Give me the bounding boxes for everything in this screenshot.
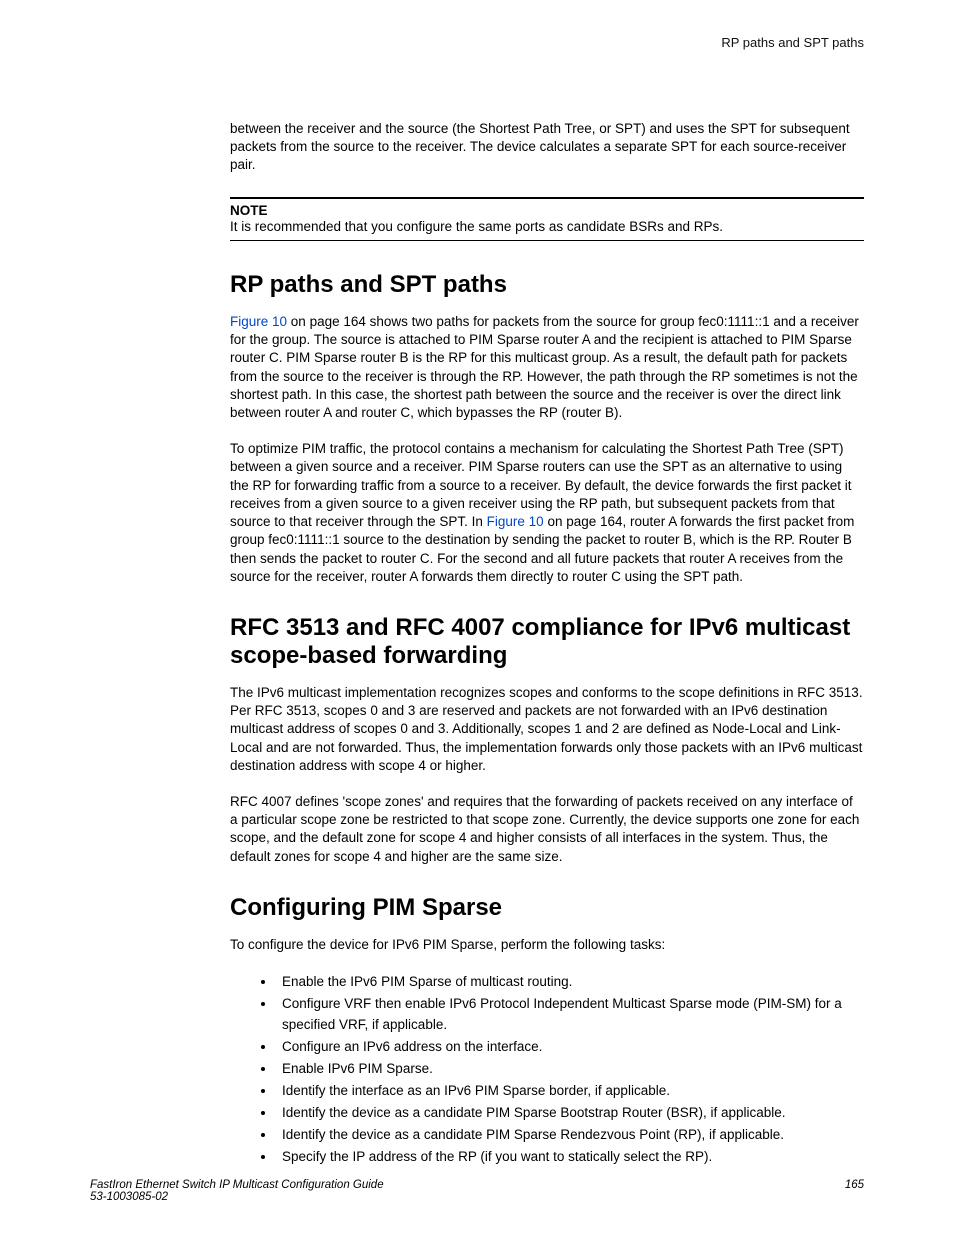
list-item: Identify the interface as an IPv6 PIM Sp… (276, 1081, 864, 1102)
sec1-para1-text: on page 164 shows two paths for packets … (230, 314, 859, 420)
list-item: Enable IPv6 PIM Sparse. (276, 1059, 864, 1080)
page-number: 165 (845, 1179, 864, 1191)
figure-10-link-2[interactable]: Figure 10 (487, 514, 544, 529)
sec1-para1: Figure 10 on page 164 shows two paths fo… (230, 313, 864, 422)
note-block: NOTE It is recommended that you configur… (230, 197, 864, 241)
list-item: Configure VRF then enable IPv6 Protocol … (276, 994, 864, 1036)
figure-10-link[interactable]: Figure 10 (230, 314, 287, 329)
task-list: Enable the IPv6 PIM Sparse of multicast … (230, 972, 864, 1167)
page-footer: FastIron Ethernet Switch IP Multicast Co… (90, 1179, 864, 1203)
list-item: Identify the device as a candidate PIM S… (276, 1103, 864, 1124)
note-label: NOTE (230, 203, 864, 218)
sec3-para1: To configure the device for IPv6 PIM Spa… (230, 936, 864, 954)
page: RP paths and SPT paths between the recei… (0, 0, 954, 1235)
section-heading-rp-paths: RP paths and SPT paths (230, 271, 864, 299)
footer-docnum: 53-1003085-02 (90, 1191, 864, 1203)
note-rule-top (230, 197, 864, 199)
sec2-para2: RFC 4007 defines 'scope zones' and requi… (230, 793, 864, 866)
section-heading-configuring: Configuring PIM Sparse (230, 894, 864, 922)
section-heading-rfc: RFC 3513 and RFC 4007 compliance for IPv… (230, 614, 864, 670)
list-item: Enable the IPv6 PIM Sparse of multicast … (276, 972, 864, 993)
intro-paragraph: between the receiver and the source (the… (230, 120, 864, 175)
sec2-para1: The IPv6 multicast implementation recogn… (230, 684, 864, 775)
list-item: Identify the device as a candidate PIM S… (276, 1125, 864, 1146)
note-rule-bottom (230, 240, 864, 241)
sec1-para2: To optimize PIM traffic, the protocol co… (230, 440, 864, 586)
list-item: Specify the IP address of the RP (if you… (276, 1147, 864, 1168)
list-item: Configure an IPv6 address on the interfa… (276, 1037, 864, 1058)
footer-title: FastIron Ethernet Switch IP Multicast Co… (90, 1179, 384, 1191)
note-text: It is recommended that you configure the… (230, 218, 864, 236)
running-header: RP paths and SPT paths (230, 35, 864, 50)
